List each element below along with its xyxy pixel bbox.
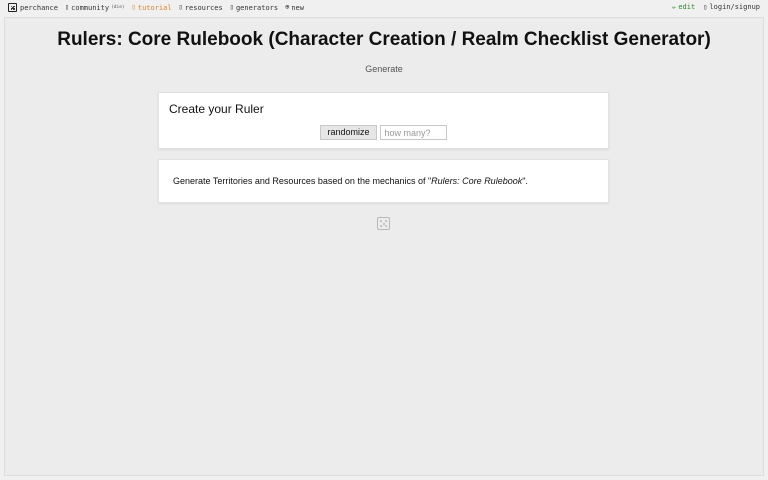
- nav-brand-link[interactable]: perchance: [8, 3, 58, 12]
- nav-tutorial-label: tutorial: [137, 3, 172, 12]
- how-many-input[interactable]: [379, 125, 447, 140]
- nav-tutorial-link[interactable]: ▯ tutorial: [132, 4, 172, 12]
- footer-dice-icon[interactable]: [377, 217, 390, 230]
- nav-generators-label: generators: [235, 3, 279, 12]
- nav-edit-link[interactable]: ✏ edit: [672, 3, 695, 11]
- nav-community-link[interactable]: ▯ community (die): [65, 4, 125, 12]
- community-icon: ▯: [64, 3, 70, 11]
- nav-new-link[interactable]: ⊕ new: [285, 4, 304, 12]
- info-text-after: ".: [522, 176, 528, 186]
- ruler-card-heading: Create your Ruler: [169, 102, 264, 116]
- nav-login-label: login/signup: [709, 3, 760, 11]
- nav-edit-label: edit: [678, 3, 696, 11]
- nav-login-link[interactable]: ▯ login/signup: [703, 3, 760, 11]
- generators-icon: ▯: [229, 3, 234, 11]
- user-icon: ▯: [703, 2, 708, 11]
- dice-logo-icon: [8, 3, 17, 12]
- nav-community-label: community: [71, 3, 110, 12]
- nav-new-label: new: [291, 3, 304, 12]
- page-title: Rulers: Core Rulebook (Character Creatio…: [57, 29, 711, 50]
- nav-brand-label: perchance: [20, 3, 58, 12]
- info-description: Generate Territories and Resources based…: [173, 176, 528, 186]
- info-book-title: Rulers: Core Rulebook: [431, 176, 523, 186]
- nav-resources-link[interactable]: ▯ resources: [179, 4, 223, 12]
- randomize-button[interactable]: randomize: [320, 125, 377, 140]
- ruler-controls: randomize: [159, 125, 608, 140]
- resources-icon: ▯: [178, 3, 183, 11]
- info-text-before: Generate Territories and Resources based…: [173, 176, 432, 186]
- nav-right-group: ✏ edit ▯ login/signup: [672, 3, 760, 11]
- main-panel: [4, 17, 764, 476]
- top-nav-bar: perchance ▯ community (die) ▯ tutorial ▯…: [0, 0, 768, 16]
- pencil-icon: ✏: [672, 2, 677, 11]
- generate-link[interactable]: Generate: [0, 64, 768, 74]
- ruler-card: Create your Ruler randomize: [158, 92, 609, 149]
- nav-left-group: perchance ▯ community (die) ▯ tutorial ▯…: [8, 3, 304, 12]
- nav-generators-link[interactable]: ▯ generators: [230, 4, 278, 12]
- info-card: Generate Territories and Resources based…: [158, 159, 609, 203]
- nav-resources-label: resources: [184, 3, 223, 12]
- plus-circle-icon: ⊕: [285, 3, 290, 11]
- tutorial-icon: ▯: [131, 3, 136, 11]
- nav-community-tag: (die): [111, 5, 125, 10]
